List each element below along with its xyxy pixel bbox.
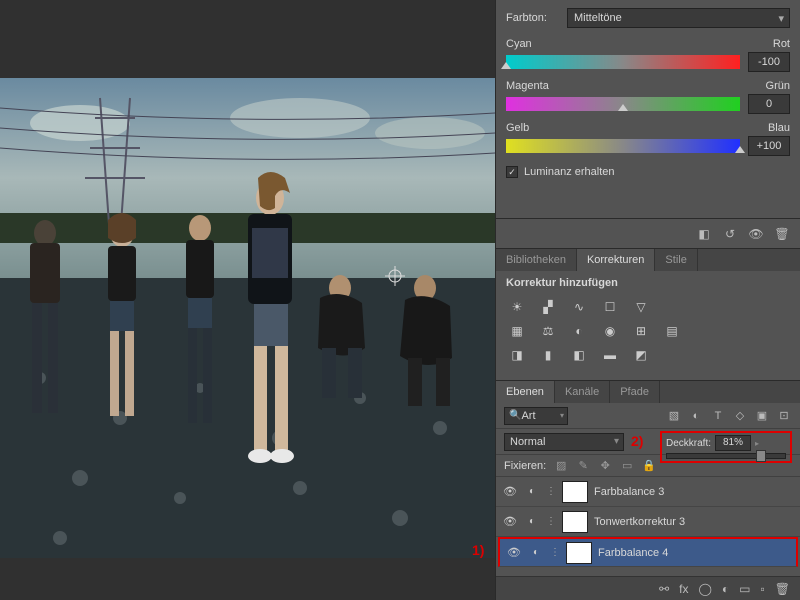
- color-slider-1[interactable]: [506, 97, 740, 111]
- layer-name[interactable]: Farbbalance 4: [598, 547, 668, 559]
- clip-icon[interactable]: ◧: [696, 226, 712, 242]
- reset-icon[interactable]: ↺: [722, 226, 738, 242]
- color-balance-panel: Farbton: Mitteltöne Cyan Rot -100 Magenta G…: [495, 0, 800, 218]
- slider-right-label: Rot: [773, 38, 790, 50]
- tab-libraries[interactable]: Bibliotheken: [496, 249, 577, 271]
- slider-left-label: Cyan: [506, 38, 532, 50]
- eye-icon[interactable]: 👁: [502, 485, 518, 498]
- delete-layer-icon[interactable]: 🗑: [775, 582, 790, 596]
- layer-row[interactable]: 👁 ◐ ⋮ Farbbalance 3: [496, 477, 800, 507]
- eye-icon[interactable]: 👁: [506, 546, 522, 559]
- mask-icon[interactable]: ◯: [698, 582, 711, 596]
- tab-channels[interactable]: Kanäle: [555, 381, 610, 403]
- color-slider-2[interactable]: [506, 139, 740, 153]
- slider-left-label: Magenta: [506, 80, 549, 92]
- vibrance-icon[interactable]: ▽: [630, 298, 652, 316]
- tab-styles[interactable]: Stile: [655, 249, 697, 271]
- brightness-icon[interactable]: ☀: [506, 298, 528, 316]
- adjust-icon: ◐: [524, 516, 540, 527]
- layer-mask-thumb[interactable]: [562, 481, 588, 503]
- filter-toggle-icon[interactable]: ⊡: [776, 409, 792, 422]
- photo-filter-icon[interactable]: ◉: [599, 322, 621, 340]
- tab-paths[interactable]: Pfade: [610, 381, 660, 403]
- annotation-1: 1): [472, 542, 484, 558]
- layers-panel: Ebenen Kanäle Pfade 🔍 Art ▧ ◐ T ◇ ▣ ⊡ No…: [495, 380, 800, 600]
- color-slider-0[interactable]: [506, 55, 740, 69]
- fill-icon[interactable]: ◐: [722, 582, 729, 596]
- tone-label: Farbton:: [506, 12, 561, 24]
- adjust-icon: ◐: [524, 486, 540, 497]
- lookup-icon[interactable]: ▤: [661, 322, 683, 340]
- layer-row[interactable]: 👁 ◐ ⋮ Tonwertkorrektur 3: [496, 507, 800, 537]
- tab-adjustments[interactable]: Korrekturen: [577, 249, 655, 271]
- filter-shape-icon[interactable]: ◇: [732, 409, 748, 422]
- fx-icon[interactable]: fx: [679, 582, 688, 596]
- link-icon: ⋮: [546, 516, 556, 527]
- slider-value-2[interactable]: +100: [748, 136, 790, 156]
- opacity-group-highlight: Deckkraft: 81% ▸: [660, 431, 792, 463]
- layer-mask-thumb[interactable]: [562, 511, 588, 533]
- lock-artboard-icon[interactable]: ▭: [620, 459, 634, 472]
- filter-smart-icon[interactable]: ▣: [754, 409, 770, 422]
- levels-icon[interactable]: ▞: [537, 298, 559, 316]
- preserve-luminance-checkbox[interactable]: ✓: [506, 166, 518, 178]
- balance-icon[interactable]: ⚖: [537, 322, 559, 340]
- mixer-icon[interactable]: ⊞: [630, 322, 652, 340]
- adjust-icon: ◐: [528, 547, 544, 558]
- properties-footer: ◧ ↺ 👁 🗑: [495, 218, 800, 248]
- annotation-2: 2): [631, 433, 643, 449]
- slider-value-0[interactable]: -100: [748, 52, 790, 72]
- layers-footer: ⚯ fx ◯ ◐ ▭ ▫ 🗑: [496, 576, 800, 600]
- layer-name[interactable]: Tonwertkorrektur 3: [594, 516, 685, 528]
- slider-value-1[interactable]: 0: [748, 94, 790, 114]
- slider-right-label: Grün: [766, 80, 790, 92]
- opacity-label: Deckkraft:: [666, 438, 711, 449]
- link-icon: ⋮: [550, 547, 560, 558]
- invert-icon[interactable]: ◨: [506, 346, 528, 364]
- opacity-slider[interactable]: [666, 453, 786, 459]
- adjustments-panel: Bibliotheken Korrekturen Stile Korrektur…: [495, 248, 800, 380]
- layer-name[interactable]: Farbbalance 3: [594, 486, 664, 498]
- link-icon: ⋮: [546, 486, 556, 497]
- gradient-icon[interactable]: ▬: [599, 346, 621, 364]
- opacity-value[interactable]: 81%: [715, 435, 751, 451]
- slider-right-label: Blau: [768, 122, 790, 134]
- tone-dropdown[interactable]: Mitteltöne: [567, 8, 790, 28]
- filter-pixel-icon[interactable]: ▧: [666, 409, 682, 422]
- adjustments-tabs: Bibliotheken Korrekturen Stile: [496, 249, 800, 271]
- lock-paint-icon[interactable]: ✎: [576, 459, 590, 472]
- hue-icon[interactable]: ▦: [506, 322, 528, 340]
- group-icon[interactable]: ▭: [739, 582, 750, 596]
- slider-left-label: Gelb: [506, 122, 529, 134]
- lock-transparency-icon[interactable]: ▨: [554, 459, 568, 472]
- link-icon[interactable]: ⚯: [659, 582, 669, 596]
- layer-mask-thumb[interactable]: [566, 542, 592, 564]
- layer-filter-dropdown[interactable]: 🔍 Art: [504, 407, 568, 425]
- trash-icon[interactable]: 🗑: [774, 226, 790, 242]
- lock-position-icon[interactable]: ✥: [598, 459, 612, 472]
- bw-icon[interactable]: ◐: [568, 322, 590, 340]
- selective-icon[interactable]: ◩: [630, 346, 652, 364]
- tab-layers[interactable]: Ebenen: [496, 381, 555, 403]
- blend-mode-dropdown[interactable]: Normal: [504, 433, 624, 451]
- layer-row[interactable]: 👁 ◐ ⋮ Farbbalance 4: [498, 537, 798, 567]
- filter-adjust-icon[interactable]: ◐: [688, 410, 704, 422]
- canvas-image[interactable]: [0, 78, 495, 558]
- curves-icon[interactable]: ∿: [568, 298, 590, 316]
- posterize-icon[interactable]: ▮: [537, 346, 559, 364]
- lock-label: Fixieren:: [504, 460, 546, 472]
- exposure-icon[interactable]: ☐: [599, 298, 621, 316]
- visibility-icon[interactable]: 👁: [748, 226, 764, 242]
- eye-icon[interactable]: 👁: [502, 515, 518, 528]
- preserve-luminance-label: Luminanz erhalten: [524, 166, 615, 178]
- filter-type-icon[interactable]: T: [710, 410, 726, 422]
- threshold-icon[interactable]: ◧: [568, 346, 590, 364]
- lock-all-icon[interactable]: 🔒: [642, 459, 656, 472]
- adjustments-title: Korrektur hinzufügen: [496, 271, 800, 295]
- new-layer-icon[interactable]: ▫: [761, 582, 765, 596]
- opacity-flyout-icon[interactable]: ▸: [755, 439, 759, 448]
